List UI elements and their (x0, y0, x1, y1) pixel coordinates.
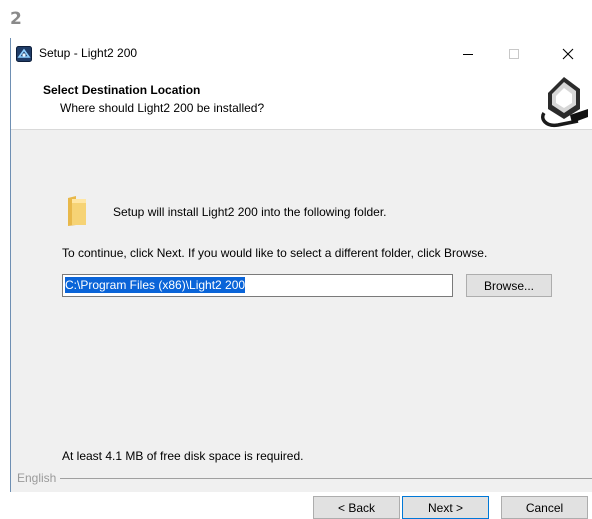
intro-text: Setup will install Light2 200 into the f… (113, 205, 387, 219)
instruction-text: To continue, click Next. If you would li… (62, 246, 488, 260)
wizard-header: Select Destination Location Where should… (11, 69, 592, 130)
window-title: Setup - Light2 200 (39, 46, 138, 60)
next-button[interactable]: Next > (402, 496, 489, 519)
destination-path-input[interactable]: C:\Program Files (x86)\Light2 200 (62, 274, 453, 297)
app-icon (16, 46, 32, 62)
title-bar[interactable]: Setup - Light2 200 (11, 38, 592, 69)
folder-icon (68, 196, 86, 226)
maximize-button[interactable] (491, 38, 537, 69)
minimize-button[interactable] (445, 38, 491, 69)
disk-space-text: At least 4.1 MB of free disk space is re… (62, 449, 304, 463)
close-icon (562, 48, 574, 59)
destination-path-value: C:\Program Files (x86)\Light2 200 (65, 277, 246, 293)
page-subtitle: Where should Light2 200 be installed? (60, 101, 265, 115)
maximize-icon (509, 48, 519, 59)
browse-button[interactable]: Browse... (466, 274, 552, 297)
cancel-button[interactable]: Cancel (501, 496, 588, 519)
page-title: Select Destination Location (43, 83, 201, 97)
setup-window: Setup - Light2 200 Select Destination Lo… (10, 38, 592, 519)
footer-divider (17, 478, 592, 479)
step-number: 2 (10, 9, 22, 29)
minimize-icon (463, 53, 473, 55)
language-label: English (17, 471, 61, 485)
back-button[interactable]: < Back (313, 496, 400, 519)
installer-computer-icon (534, 69, 592, 129)
close-button[interactable] (545, 38, 591, 69)
